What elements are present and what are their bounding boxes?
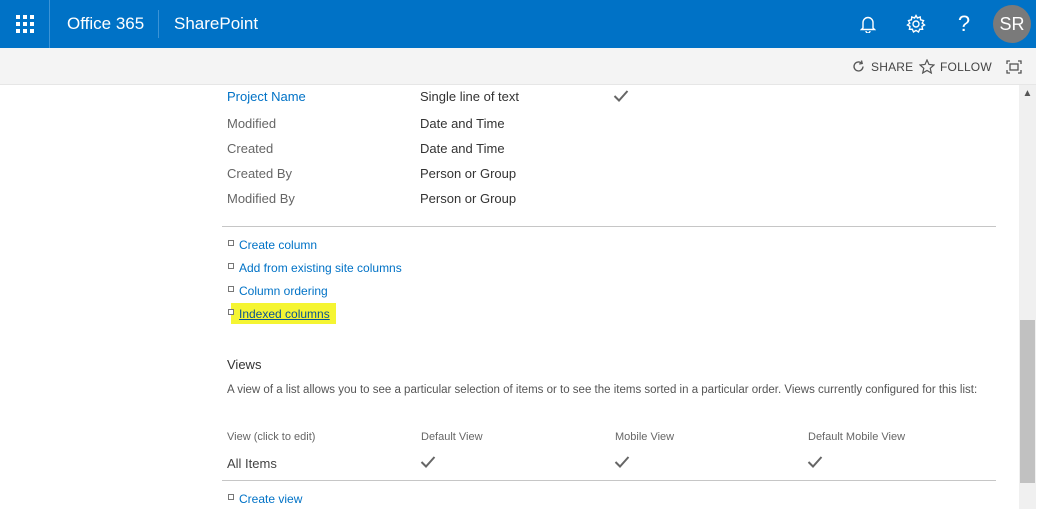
link-label[interactable]: Create view xyxy=(239,490,302,508)
views-header-name: View (click to edit) xyxy=(227,431,316,443)
follow-button[interactable]: FOLLOW xyxy=(919,48,992,85)
share-label: SHARE xyxy=(871,59,914,74)
checkmark-icon xyxy=(614,456,630,468)
column-type: Date and Time xyxy=(420,141,505,156)
app-launcher-icon[interactable] xyxy=(0,0,50,48)
gear-icon[interactable] xyxy=(896,0,936,48)
bullet-icon xyxy=(228,494,234,500)
link-label[interactable]: Indexed columns xyxy=(239,305,330,323)
focus-mode-icon[interactable] xyxy=(1006,48,1027,85)
follow-label: FOLLOW xyxy=(940,59,992,74)
column-type: Person or Group xyxy=(420,166,517,181)
checkmark-icon xyxy=(420,456,436,468)
bullet-icon xyxy=(228,309,234,315)
link-label[interactable]: Create column xyxy=(239,236,317,254)
share-icon xyxy=(853,60,864,72)
bullet-icon xyxy=(228,263,234,269)
bullet-icon xyxy=(228,286,234,292)
suite-bar: Office 365 SharePoint ? SR xyxy=(0,0,1036,48)
views-header-default-mobile: Default Mobile View xyxy=(808,431,906,443)
main-content: Project Name Single line of text Modifie… xyxy=(0,85,1019,509)
column-name[interactable]: Project Name xyxy=(227,87,417,107)
column-type: Date and Time xyxy=(420,116,505,131)
views-header-mobile: Mobile View xyxy=(615,431,675,443)
bullet-icon xyxy=(228,240,234,246)
view-name-link[interactable]: All Items xyxy=(227,456,277,471)
office365-brand[interactable]: Office 365 xyxy=(67,0,144,48)
column-name[interactable]: Created xyxy=(227,139,417,159)
column-name[interactable]: Created By xyxy=(227,164,417,184)
scroll-up-icon[interactable]: ▲ xyxy=(1019,85,1036,102)
star-icon xyxy=(919,59,935,74)
share-button[interactable]: SHARE xyxy=(851,48,913,85)
app-title[interactable]: SharePoint xyxy=(174,0,258,48)
column-type: Single line of text xyxy=(420,89,520,104)
bell-icon[interactable] xyxy=(848,0,888,48)
column-name[interactable]: Modified xyxy=(227,114,417,134)
views-description: A view of a list allows you to see a par… xyxy=(227,384,978,396)
checkmark-icon xyxy=(613,90,629,102)
section-divider xyxy=(222,226,996,227)
help-icon[interactable]: ? xyxy=(944,0,984,48)
link-label[interactable]: Add from existing site columns xyxy=(239,259,402,277)
link-label[interactable]: Column ordering xyxy=(239,282,328,300)
views-heading: Views xyxy=(227,357,262,372)
column-type: Person or Group xyxy=(420,191,517,206)
action-bar: SHARE FOLLOW xyxy=(0,48,1036,85)
brand-divider xyxy=(158,10,159,38)
views-header-default: Default View xyxy=(421,431,483,443)
section-divider xyxy=(222,480,996,481)
checkmark-icon xyxy=(807,456,823,468)
avatar[interactable]: SR xyxy=(993,5,1031,43)
column-name[interactable]: Modified By xyxy=(227,189,417,209)
scrollbar-thumb[interactable] xyxy=(1020,320,1035,483)
